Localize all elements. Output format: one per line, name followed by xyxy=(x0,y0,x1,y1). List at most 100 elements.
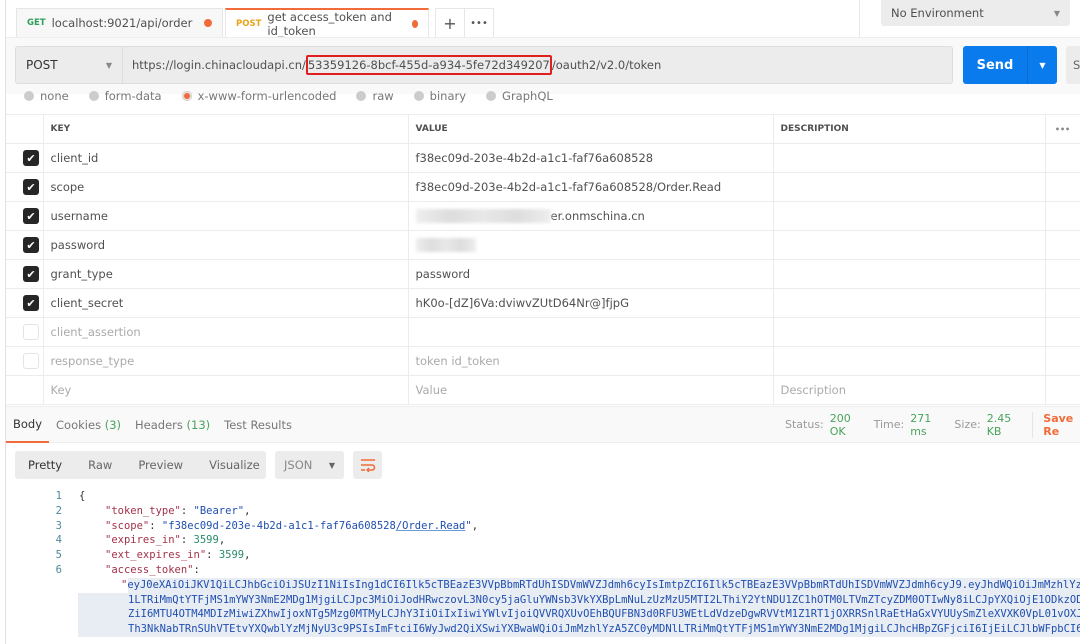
view-visualize[interactable]: Visualize xyxy=(196,458,273,472)
key-cell[interactable]: client_id xyxy=(43,143,409,173)
radio-none[interactable]: none xyxy=(24,89,69,103)
radio-graphql[interactable]: GraphQL xyxy=(486,89,553,103)
time-value: 271 ms xyxy=(910,411,932,438)
description-cell[interactable] xyxy=(773,346,1046,376)
checkbox-col xyxy=(6,114,44,144)
radio-label: raw xyxy=(372,89,394,103)
row-extra xyxy=(1045,143,1080,173)
key-cell[interactable]: response_type xyxy=(43,346,409,376)
json-line: "access_token": xyxy=(105,564,200,576)
url-input[interactable]: https://login.chinacloudapi.cn/53359126-… xyxy=(123,46,953,84)
tab-get-token[interactable]: POST get access_token and id_token xyxy=(225,8,429,38)
checkbox-icon[interactable]: ✔ xyxy=(23,208,39,224)
key-cell[interactable]: client_assertion xyxy=(43,317,409,347)
line-number: 1 xyxy=(55,490,62,502)
send-button[interactable]: Send ▼ xyxy=(963,46,1057,84)
chevron-down-icon: ▼ xyxy=(105,60,112,70)
tab-get-order[interactable]: GET localhost:9021/api/order xyxy=(16,8,223,37)
key-header: KEY xyxy=(43,114,409,144)
unsaved-dot-icon xyxy=(204,19,212,27)
radio-form-data[interactable]: form-data xyxy=(88,89,162,103)
tab-test-results[interactable]: Test Results xyxy=(217,406,299,443)
send-label: Send xyxy=(976,57,1014,73)
description-cell[interactable] xyxy=(773,230,1046,260)
radio-label: form-data xyxy=(104,89,162,103)
more-options-button[interactable]: ••• xyxy=(1045,114,1080,144)
radio-label: x-www-form-urlencoded xyxy=(197,89,337,103)
value-placeholder[interactable]: Value xyxy=(408,375,774,405)
description-cell[interactable] xyxy=(773,259,1046,289)
view-raw[interactable]: Raw xyxy=(75,458,125,472)
chevron-down-icon: ▼ xyxy=(1053,8,1060,18)
description-cell[interactable] xyxy=(773,143,1046,173)
key-cell[interactable]: client_secret xyxy=(43,288,409,318)
tab-cookies[interactable]: Cookies (3) xyxy=(49,406,128,443)
checkbox-cell[interactable]: ✔ xyxy=(6,201,44,231)
save-button[interactable]: S xyxy=(1066,46,1080,84)
checkbox-icon[interactable]: ✔ xyxy=(23,266,39,282)
key-cell[interactable]: scope xyxy=(43,172,409,202)
value-cell[interactable]: password xyxy=(408,259,774,289)
description-cell[interactable] xyxy=(773,172,1046,202)
table-row: ✔ client_id f38ec09d-203e-4b2d-a1c1-faf76a… xyxy=(6,143,1080,173)
key-cell[interactable]: grant_type xyxy=(43,259,409,289)
new-tab-button[interactable]: + xyxy=(435,8,465,37)
size-value: 2.45 KB xyxy=(986,411,1012,438)
checkbox-cell[interactable]: ✔ xyxy=(6,172,44,202)
value-cell-text: f38ec09d-203e-4b2d-a1c1-faf76a608528/Ord… xyxy=(415,180,722,194)
environment-select[interactable]: No Environment ▼ xyxy=(881,0,1070,26)
response-status: Status: 200 OK Time: 271 ms Size: 2.45 KB S… xyxy=(785,406,1080,443)
checkbox-icon[interactable]: ✔ xyxy=(23,150,39,166)
value-cell[interactable]: er.onmschina.cn xyxy=(408,201,774,231)
checkbox-icon[interactable]: ✔ xyxy=(23,179,39,195)
key-cell[interactable]: password xyxy=(43,230,409,260)
tab-body[interactable]: Body xyxy=(6,406,50,443)
more-tabs-button[interactable]: ••• xyxy=(464,8,494,37)
description-cell[interactable] xyxy=(773,288,1046,318)
radio-binary[interactable]: binary xyxy=(413,89,466,103)
radio-icon xyxy=(24,91,34,101)
method-select[interactable]: POST ▼ xyxy=(15,46,123,84)
value-cell[interactable] xyxy=(408,230,774,260)
value-cell[interactable]: token id_token xyxy=(408,346,774,376)
tab-label: Cookies xyxy=(56,417,102,432)
checkbox-cell[interactable] xyxy=(6,346,44,376)
row-extra xyxy=(1045,259,1080,289)
description-cell[interactable] xyxy=(773,317,1046,347)
view-pretty[interactable]: Pretty xyxy=(15,458,75,472)
value-cell[interactable]: f38ec09d-203e-4b2d-a1c1-faf76a608528/Ord… xyxy=(408,172,774,202)
checkbox-icon[interactable] xyxy=(23,353,39,369)
line-number: 5 xyxy=(55,549,62,562)
checkbox-cell[interactable]: ✔ xyxy=(6,143,44,173)
save-response-button[interactable]: Save Re xyxy=(1032,411,1080,438)
value-cell[interactable]: f38ec09d-203e-4b2d-a1c1-faf76a608528 xyxy=(408,143,774,173)
new-row: Key Value Description xyxy=(6,375,1080,405)
json-link[interactable]: /Order.Read xyxy=(396,520,466,532)
value-cell[interactable]: hK0o-[dZ]6Va:dviwvZUtD64Nr@]fjpG xyxy=(408,288,774,318)
chevron-down-icon[interactable]: ▼ xyxy=(1027,46,1057,84)
wrap-lines-button[interactable] xyxy=(353,451,382,479)
tab-label: localhost:9021/api/order xyxy=(51,16,193,30)
checkbox-icon[interactable]: ✔ xyxy=(23,295,39,311)
radio-urlencoded[interactable]: x-www-form-urlencoded xyxy=(181,89,337,103)
checkbox-cell[interactable]: ✔ xyxy=(6,288,44,318)
checkbox-cell[interactable]: ✔ xyxy=(6,259,44,289)
json-line: "token_type": "Bearer", xyxy=(105,504,251,517)
key-placeholder[interactable]: Key xyxy=(43,375,409,405)
tab-headers[interactable]: Headers (13) xyxy=(128,406,217,443)
checkbox-cell[interactable]: ✔ xyxy=(6,230,44,260)
redacted-blur xyxy=(415,209,551,224)
radio-raw[interactable]: raw xyxy=(356,89,394,103)
value-cell[interactable] xyxy=(408,317,774,347)
json-value: "Bearer" xyxy=(193,504,245,517)
format-select[interactable]: JSON ▼ xyxy=(275,451,344,479)
json-key: "access_token" xyxy=(105,564,194,576)
checkbox-icon[interactable]: ✔ xyxy=(23,237,39,253)
description-placeholder[interactable]: Description xyxy=(773,375,1046,405)
checkbox-cell[interactable] xyxy=(6,317,44,347)
key-cell[interactable]: username xyxy=(43,201,409,231)
description-cell[interactable] xyxy=(773,201,1046,231)
view-preview[interactable]: Preview xyxy=(125,458,196,472)
json-value: " xyxy=(465,519,472,532)
checkbox-icon[interactable] xyxy=(23,324,39,340)
